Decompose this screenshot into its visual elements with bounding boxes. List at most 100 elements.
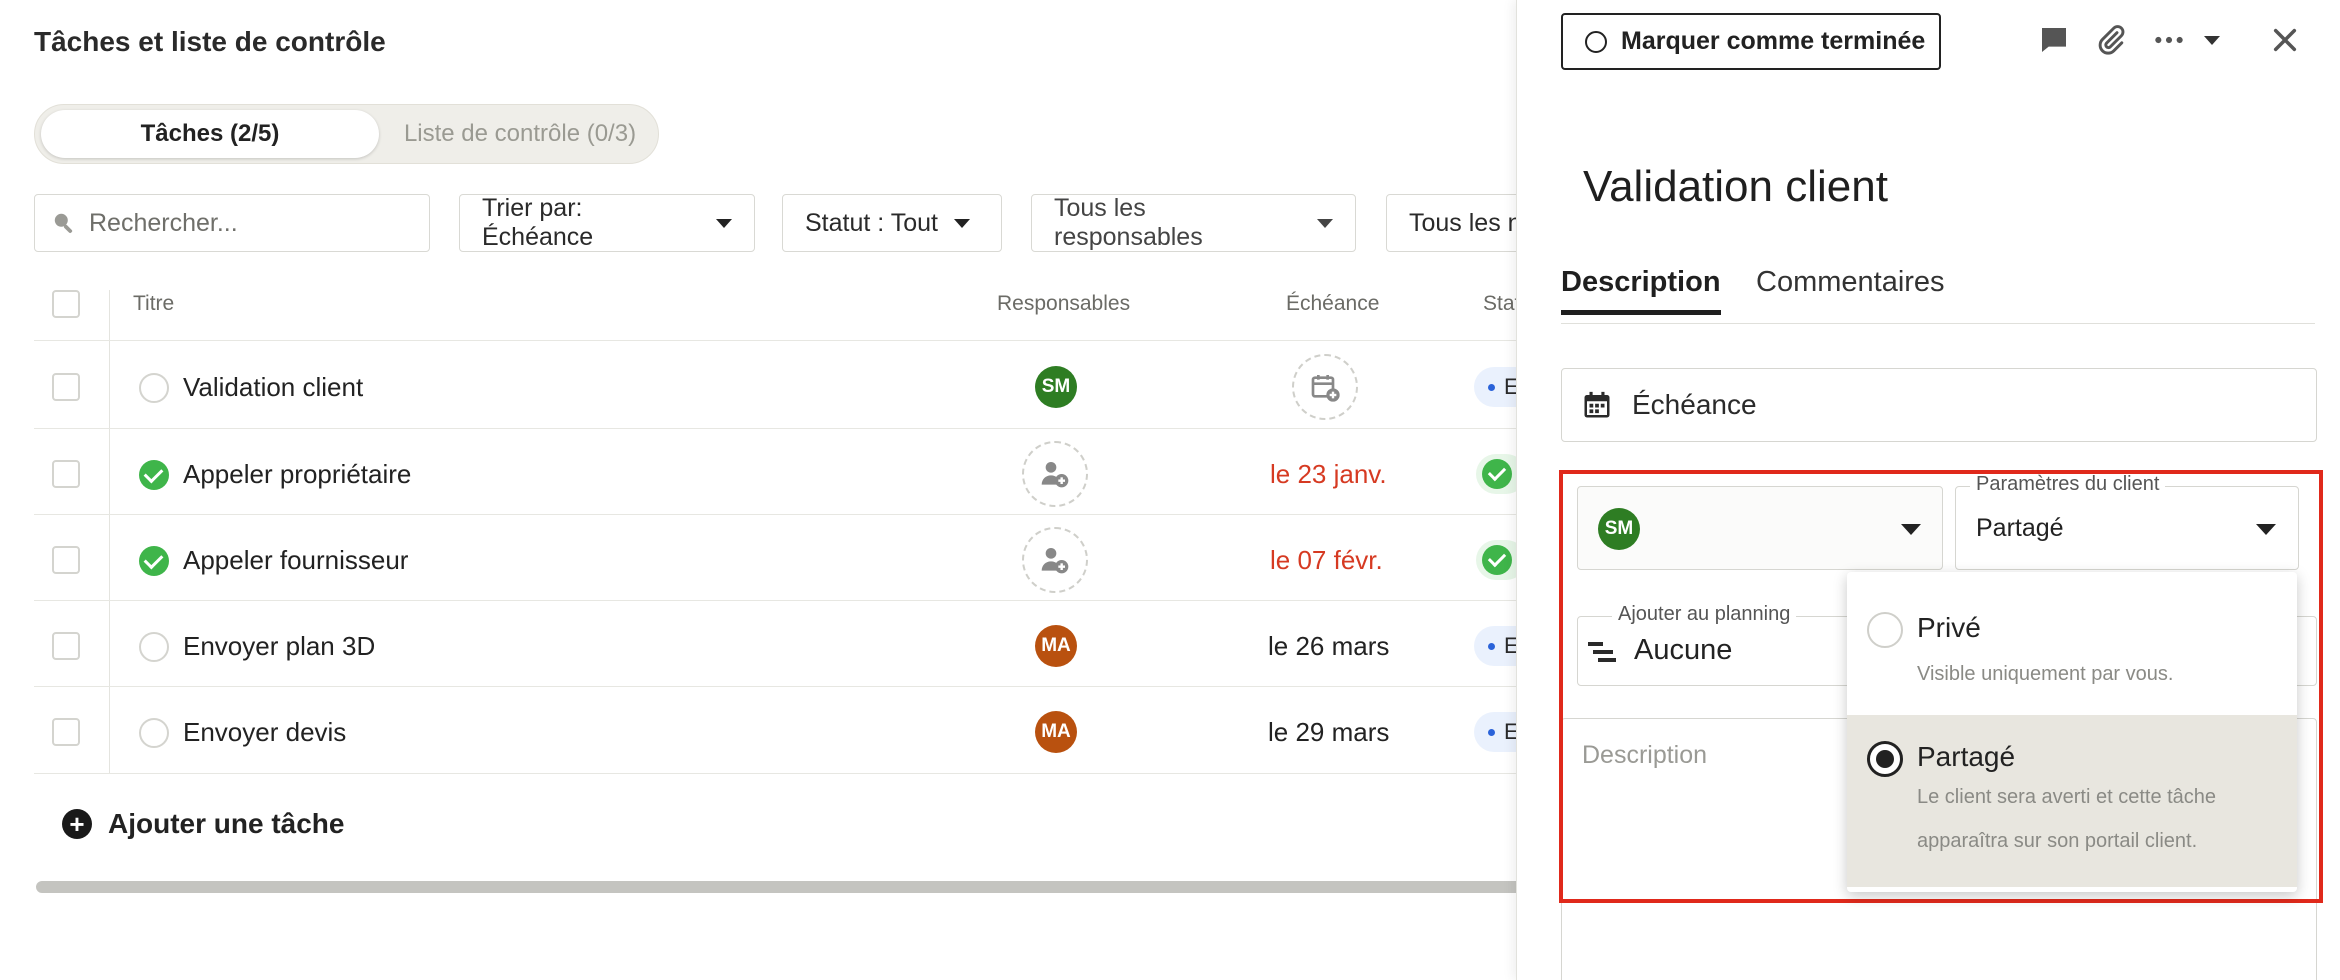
search-box — [34, 194, 430, 252]
status-badge[interactable] — [1476, 540, 1516, 580]
set-due-button[interactable] — [1292, 354, 1358, 420]
check-icon[interactable] — [139, 546, 169, 576]
avatar[interactable]: MA — [1035, 625, 1077, 667]
column-assignees[interactable]: Responsables — [997, 292, 1130, 316]
status-label: E — [1504, 374, 1516, 399]
comment-icon[interactable] — [2036, 22, 2072, 58]
row-divider — [34, 340, 1516, 341]
column-title[interactable]: Titre — [133, 292, 174, 316]
menu-item-description: Visible uniquement par vous. — [1917, 663, 2174, 685]
view-toggle: Tâches (2/5) Liste de contrôle (0/3) — [34, 104, 659, 164]
select-all-checkbox[interactable] — [52, 290, 80, 318]
more-icon[interactable] — [2151, 22, 2187, 58]
tabs-divider — [1561, 323, 2315, 324]
task-detail-title[interactable]: Validation client — [1583, 162, 1888, 212]
status-dot — [1488, 729, 1495, 736]
menu-item-shared[interactable]: Partagé Le client sera averti et cette t… — [1847, 715, 2297, 887]
row-checkbox[interactable] — [52, 373, 80, 401]
column-due[interactable]: Échéance — [1286, 292, 1379, 316]
status-filter-label: Statut : Tout — [805, 208, 938, 237]
status-label: E — [1504, 633, 1516, 658]
row-checkbox[interactable] — [52, 718, 80, 746]
status-badge[interactable] — [1476, 454, 1516, 494]
calendar-add-icon — [1311, 375, 1340, 402]
complete-toggle[interactable] — [139, 373, 169, 403]
add-task-label: Ajouter une tâche — [108, 808, 345, 839]
caret-down-icon — [953, 218, 970, 228]
circle-icon — [1585, 30, 1607, 53]
radio-private[interactable] — [1867, 612, 1903, 648]
check-icon — [1482, 459, 1512, 489]
due-date-field[interactable]: Échéance — [1561, 368, 2317, 442]
status-label: E — [1504, 719, 1516, 744]
status-dot — [1488, 643, 1495, 650]
other-filter[interactable]: Tous les n — [1386, 194, 1516, 252]
mark-complete-button[interactable]: Marquer comme terminée — [1561, 13, 1941, 70]
other-filter-label: Tous les n — [1409, 208, 1516, 237]
complete-toggle[interactable] — [139, 718, 169, 748]
row-checkbox[interactable] — [52, 632, 80, 660]
table-row[interactable]: Appeler propriétaire le 23 janv. — [0, 431, 1516, 517]
column-status[interactable]: Stat — [1483, 292, 1516, 316]
task-title[interactable]: Envoyer plan 3D — [183, 631, 375, 662]
task-title[interactable]: Appeler fournisseur — [183, 545, 408, 576]
table-row[interactable]: Envoyer devis MA le 29 mars E — [0, 689, 1516, 775]
plus-icon: + — [62, 809, 92, 839]
add-assignee-button[interactable] — [1022, 527, 1088, 593]
client-settings-menu: Privé Visible uniquement par vous. Parta… — [1847, 572, 2297, 892]
status-badge[interactable]: E — [1474, 626, 1516, 666]
assignee-filter[interactable]: Tous les responsables — [1031, 194, 1356, 252]
due-date[interactable]: le 26 mars — [1268, 631, 1389, 662]
menu-item-description: Le client sera averti et cette tâche app… — [1917, 786, 2217, 852]
radio-shared[interactable] — [1867, 741, 1903, 777]
tab-description[interactable]: Description — [1561, 266, 1721, 315]
search-icon — [54, 213, 73, 234]
caret-down-icon — [716, 218, 732, 228]
due-date[interactable]: le 07 févr. — [1270, 545, 1383, 576]
menu-item-private[interactable]: Privé Visible uniquement par vous. — [1847, 572, 2297, 714]
search-input[interactable] — [89, 208, 419, 238]
menu-item-label: Privé — [1917, 612, 1981, 643]
add-assignee-button[interactable] — [1022, 441, 1088, 507]
task-title[interactable]: Appeler propriétaire — [183, 459, 411, 490]
tasks-panel: Tâches et liste de contrôle Tâches (2/5)… — [0, 0, 1516, 980]
row-checkbox[interactable] — [52, 546, 80, 574]
tab-tasks[interactable]: Tâches (2/5) — [41, 110, 379, 158]
sort-label: Trier par: Échéance — [482, 194, 594, 251]
check-icon — [1482, 545, 1512, 575]
table-row[interactable]: Validation client SM E — [0, 344, 1516, 430]
add-task-button[interactable]: + Ajouter une tâche — [62, 808, 344, 840]
due-date[interactable]: le 23 janv. — [1270, 459, 1387, 490]
table-row[interactable]: Appeler fournisseur le 07 févr. — [0, 517, 1516, 603]
calendar-icon — [1584, 391, 1610, 418]
task-title[interactable]: Validation client — [183, 372, 363, 403]
tab-checklist[interactable]: Liste de contrôle (0/3) — [385, 110, 655, 158]
mark-complete-label: Marquer comme terminée — [1621, 27, 1926, 55]
status-filter[interactable]: Statut : Tout — [782, 194, 1002, 252]
caret-down-icon — [1317, 218, 1333, 228]
check-icon[interactable] — [139, 460, 169, 490]
due-date-label: Échéance — [1632, 389, 1757, 420]
paperclip-icon[interactable] — [2093, 22, 2129, 58]
close-icon[interactable] — [2267, 22, 2303, 58]
complete-toggle[interactable] — [139, 632, 169, 662]
user-add-icon — [1041, 462, 1069, 488]
page-title: Tâches et liste de contrôle — [34, 26, 386, 57]
due-date[interactable]: le 29 mars — [1268, 717, 1389, 748]
horizontal-scrollbar[interactable] — [36, 881, 1516, 893]
user-add-icon — [1041, 548, 1069, 574]
task-title[interactable]: Envoyer devis — [183, 717, 346, 748]
status-badge[interactable]: E — [1474, 712, 1516, 752]
status-badge[interactable]: E — [1474, 367, 1516, 407]
task-detail-panel: Marquer comme terminée Validation client… — [1516, 0, 2340, 980]
sort-dropdown[interactable]: Trier par: Échéance — [459, 194, 755, 252]
avatar[interactable]: MA — [1035, 711, 1077, 753]
tab-comments[interactable]: Commentaires — [1756, 266, 1945, 299]
table-row[interactable]: Envoyer plan 3D MA le 26 mars E — [0, 603, 1516, 689]
avatar[interactable]: SM — [1035, 366, 1077, 408]
status-dot — [1488, 384, 1495, 391]
chevron-down-icon[interactable] — [2194, 22, 2230, 58]
menu-item-label: Partagé — [1917, 741, 2016, 772]
assignee-filter-label: Tous les responsables — [1054, 194, 1203, 251]
row-checkbox[interactable] — [52, 460, 80, 488]
